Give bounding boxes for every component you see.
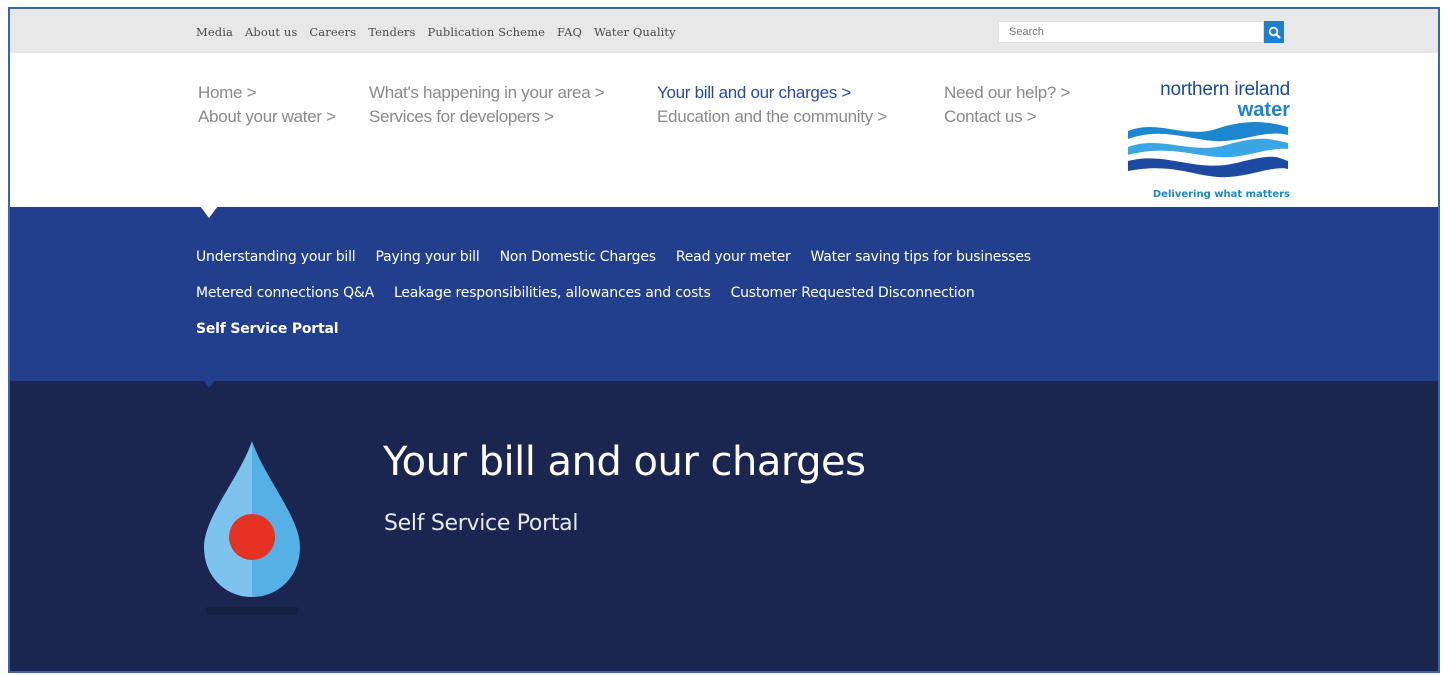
active-section-pointer	[200, 206, 218, 218]
utility-link-careers[interactable]: Careers	[309, 25, 356, 39]
utility-link-about-us[interactable]: About us	[245, 25, 297, 39]
utility-link-media[interactable]: Media	[196, 25, 233, 39]
subnav-paying-your-bill[interactable]: Paying your bill	[375, 249, 479, 265]
page-frame: Media About us Careers Tenders Publicati…	[8, 7, 1440, 673]
subnav-leakage-responsibilities[interactable]: Leakage responsibilities, allowances and…	[394, 285, 711, 301]
nav-your-bill-and-our-charges[interactable]: Your bill and our charges >	[657, 81, 887, 105]
hero-section: Your bill and our charges Self Service P…	[10, 380, 1438, 671]
nav-home[interactable]: Home >	[198, 81, 336, 105]
water-drop-icon	[204, 441, 300, 615]
utility-link-water-quality[interactable]: Water Quality	[594, 25, 676, 39]
subnav-pointer	[203, 380, 215, 388]
subnav-water-saving-tips[interactable]: Water saving tips for businesses	[811, 249, 1032, 265]
main-nav: Home > About your water > What's happeni…	[10, 53, 1438, 207]
subnav-non-domestic-charges[interactable]: Non Domestic Charges	[500, 249, 657, 265]
subnav-customer-requested-disconnection[interactable]: Customer Requested Disconnection	[731, 285, 975, 301]
nav-column-1: Home > About your water >	[198, 81, 336, 129]
sub-nav-row-2: Metered connections Q&A Leakage responsi…	[196, 285, 995, 301]
nav-column-2: What's happening in your area > Services…	[369, 81, 605, 129]
nav-whats-happening[interactable]: What's happening in your area >	[369, 81, 605, 105]
nav-column-4: Need our help? > Contact us >	[944, 81, 1070, 129]
logo-tagline: Delivering what matters	[1152, 189, 1290, 200]
logo-text-water: water	[1237, 99, 1290, 121]
nav-services-for-developers[interactable]: Services for developers >	[369, 105, 604, 129]
nav-contact-us[interactable]: Contact us >	[944, 105, 1070, 129]
utility-link-publication-scheme[interactable]: Publication Scheme	[428, 25, 546, 39]
utility-links: Media About us Careers Tenders Publicati…	[196, 25, 688, 39]
sub-nav-row-1: Understanding your bill Paying your bill…	[196, 249, 1051, 265]
nav-education-and-community[interactable]: Education and the community >	[657, 105, 887, 129]
search-icon	[1268, 26, 1281, 39]
nav-about-your-water[interactable]: About your water >	[198, 105, 336, 129]
logo-waves-icon	[1128, 122, 1288, 178]
subnav-understanding-your-bill[interactable]: Understanding your bill	[196, 249, 356, 265]
subnav-read-your-meter[interactable]: Read your meter	[676, 249, 791, 265]
utility-bar: Media About us Careers Tenders Publicati…	[10, 9, 1438, 53]
sub-nav-row-3: Self Service Portal	[196, 321, 358, 337]
page-subtitle: Self Service Portal	[384, 511, 579, 536]
nav-column-3: Your bill and our charges > Education an…	[657, 81, 887, 129]
utility-link-faq[interactable]: FAQ	[557, 25, 582, 39]
logo-text-northern-ireland: northern ireland	[1160, 79, 1290, 100]
sub-nav: Understanding your bill Paying your bill…	[10, 206, 1438, 381]
nav-need-our-help[interactable]: Need our help? >	[944, 81, 1070, 105]
subnav-metered-connections-qa[interactable]: Metered connections Q&A	[196, 285, 374, 301]
subnav-self-service-portal[interactable]: Self Service Portal	[196, 321, 339, 337]
utility-link-tenders[interactable]: Tenders	[368, 25, 415, 39]
search-button[interactable]	[1264, 21, 1284, 43]
page-title: Your bill and our charges	[383, 439, 866, 485]
search-input[interactable]	[998, 21, 1264, 43]
